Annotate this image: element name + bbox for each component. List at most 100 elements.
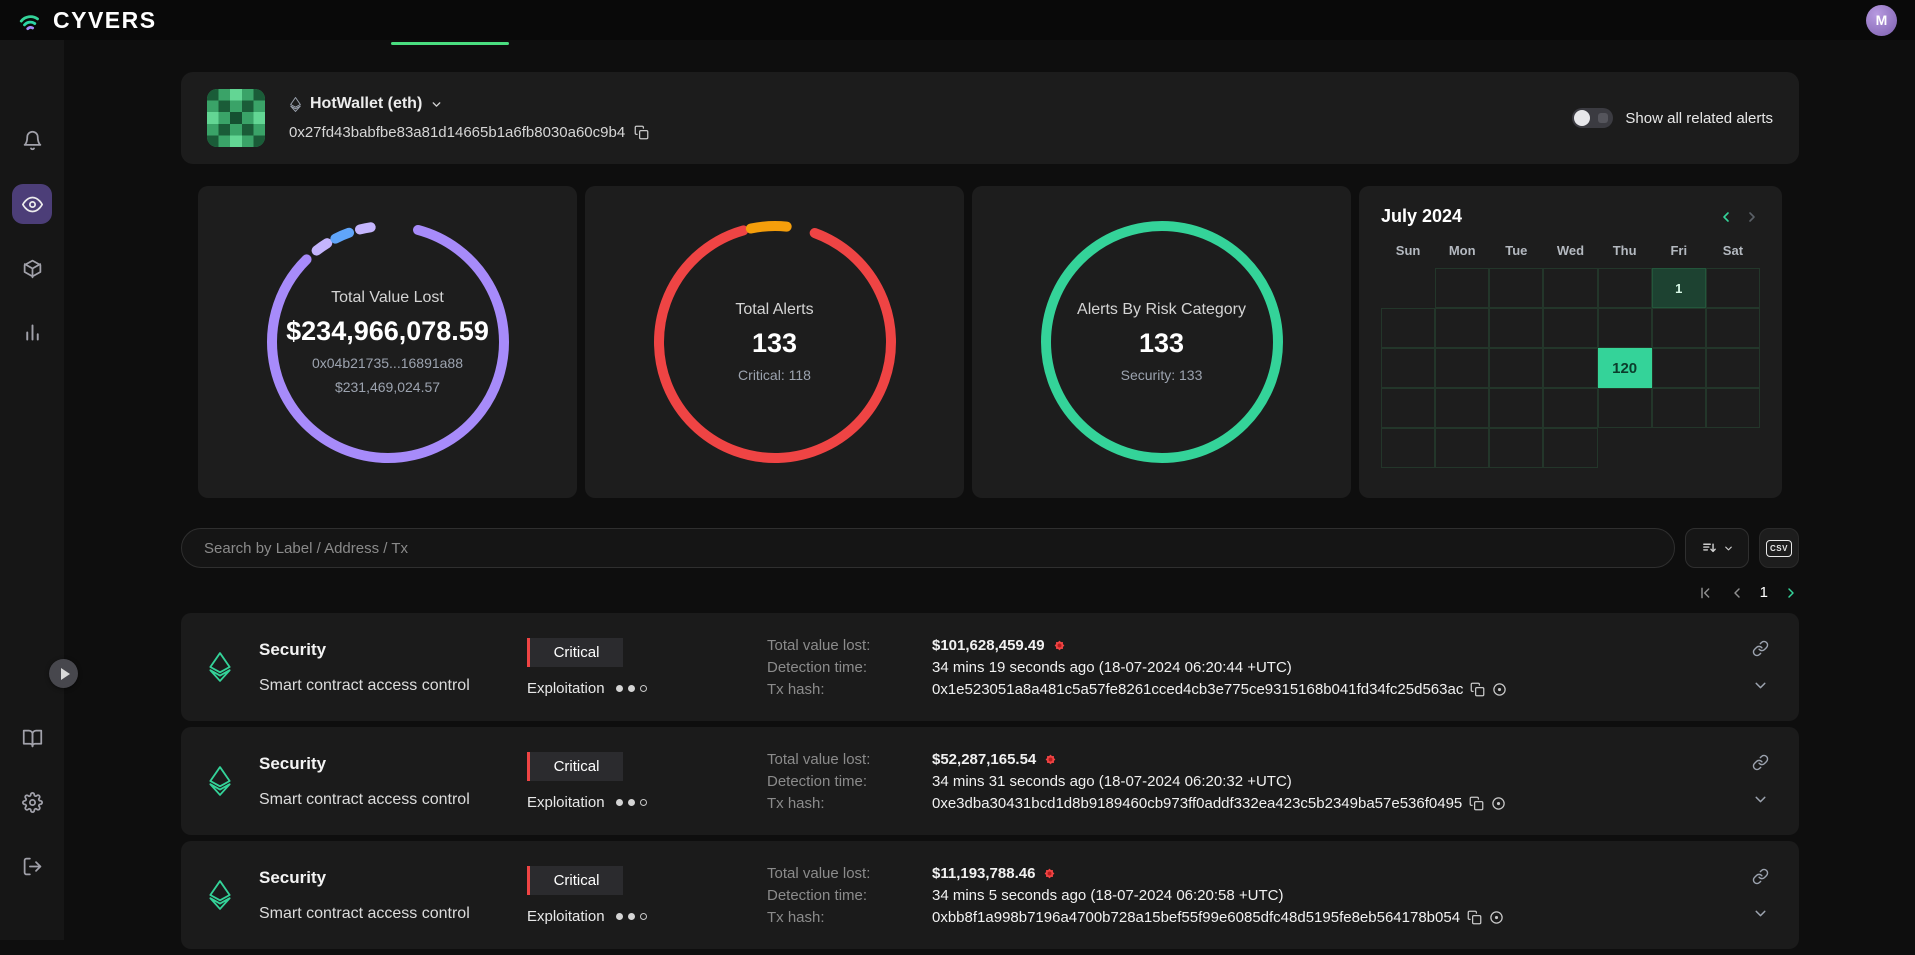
sort-button[interactable] (1685, 528, 1749, 568)
expand-chevron-icon[interactable] (1752, 905, 1769, 922)
severity-badge: Critical (527, 638, 623, 667)
chevron-down-icon[interactable] (430, 98, 443, 111)
explorer-icon[interactable] (1492, 682, 1507, 697)
alert-subcategory: Smart contract access control (259, 677, 527, 695)
tx-hash-label: Tx hash: (767, 795, 932, 812)
calendar-prev-icon[interactable] (1718, 209, 1734, 225)
value-lost: $101,628,459.49 (932, 637, 1045, 654)
active-tab-indicator (391, 42, 509, 45)
detection-time: 34 mins 5 seconds ago (18-07-2024 06:20:… (932, 887, 1283, 904)
play-icon (61, 668, 70, 680)
calendar-cell (1435, 348, 1489, 388)
export-csv-button[interactable]: CSV (1759, 528, 1799, 568)
critical-alert-icon (1042, 866, 1057, 881)
alert-phase: Exploitation (527, 794, 605, 811)
sidebar-item-monitoring[interactable] (12, 184, 52, 224)
alert-row[interactable]: Security Smart contract access control C… (181, 613, 1799, 721)
weekday-label: Mon (1435, 243, 1489, 258)
value-lost: $52,287,165.54 (932, 751, 1036, 768)
tx-hash: 0xe3dba30431bcd1d8b9189460cb973ff0addf33… (932, 795, 1462, 812)
package-icon (22, 258, 43, 279)
eth-icon (207, 766, 233, 796)
stat-title: Total Alerts (735, 301, 813, 319)
value-lost: $11,193,788.46 (932, 865, 1035, 882)
critical-alert-icon (1043, 752, 1058, 767)
calendar-weekday-header: Sun Mon Tue Wed Thu Fri Sat (1381, 243, 1760, 258)
calendar-cell (1706, 428, 1760, 468)
wallet-name-row[interactable]: HotWallet (eth) (289, 95, 649, 113)
copy-icon[interactable] (1467, 910, 1482, 925)
sidebar-item-packages[interactable] (12, 248, 52, 288)
stat-sub-amount: $231,469,024.57 (335, 379, 440, 395)
next-page-icon[interactable] (1783, 585, 1799, 601)
book-icon (22, 728, 43, 749)
stat-sub: Critical: 118 (738, 367, 811, 383)
calendar-cell (1435, 428, 1489, 468)
calendar-cell (1652, 308, 1706, 348)
toggle-label: Show all related alerts (1625, 110, 1773, 127)
calendar-event-cell[interactable]: 1 (1652, 268, 1706, 308)
weekday-label: Thu (1598, 243, 1652, 258)
first-page-icon[interactable] (1698, 585, 1714, 601)
expand-chevron-icon[interactable] (1752, 677, 1769, 694)
calendar-cell (1489, 348, 1543, 388)
copy-icon[interactable] (1469, 796, 1484, 811)
sidebar-item-settings[interactable] (12, 782, 52, 822)
link-icon[interactable] (1752, 868, 1769, 885)
calendar-cell (1652, 388, 1706, 428)
calendar-cell (1489, 428, 1543, 468)
alert-phase: Exploitation (527, 680, 605, 697)
sidebar-item-logout[interactable] (12, 846, 52, 886)
detection-time-label: Detection time: (767, 887, 932, 904)
current-page[interactable]: 1 (1760, 584, 1768, 601)
copy-icon[interactable] (1470, 682, 1485, 697)
calendar-cell (1598, 268, 1652, 308)
value-lost-label: Total value lost: (767, 637, 932, 654)
alert-row[interactable]: Security Smart contract access control C… (181, 841, 1799, 949)
stat-sub-address: 0x04b21735...16891a88 (312, 355, 463, 371)
calendar-cell (1598, 428, 1652, 468)
alert-subcategory: Smart contract access control (259, 905, 527, 923)
calendar-cell (1598, 388, 1652, 428)
user-avatar[interactable]: M (1866, 5, 1897, 36)
toggle-knob (1574, 110, 1590, 126)
stat-value: $234,966,078.59 (286, 316, 489, 347)
help-play-button[interactable] (49, 659, 78, 688)
prev-page-icon[interactable] (1729, 585, 1745, 601)
search-input[interactable] (181, 528, 1675, 568)
link-icon[interactable] (1752, 640, 1769, 657)
expand-chevron-icon[interactable] (1752, 791, 1769, 808)
calendar-cell (1543, 428, 1597, 468)
value-lost-label: Total value lost: (767, 865, 932, 882)
wallet-card: HotWallet (eth) 0x27fd43babfbe83a81d1466… (181, 72, 1799, 164)
copy-icon[interactable] (634, 125, 649, 140)
value-lost-label: Total value lost: (767, 751, 932, 768)
calendar-cell (1652, 428, 1706, 468)
explorer-icon[interactable] (1491, 796, 1506, 811)
sidebar-item-docs[interactable] (12, 718, 52, 758)
detection-time-label: Detection time: (767, 659, 932, 676)
alert-subcategory: Smart contract access control (259, 791, 527, 809)
stat-card-total-alerts: Total Alerts 133 Critical: 118 (585, 186, 964, 498)
show-related-alerts-toggle[interactable] (1572, 108, 1613, 128)
bar-chart-icon (22, 322, 43, 343)
eth-icon (289, 97, 302, 112)
calendar-next-icon[interactable] (1744, 209, 1760, 225)
calendar-cell (1435, 308, 1489, 348)
sidebar-item-analytics[interactable] (12, 312, 52, 352)
severity-badge: Critical (527, 866, 623, 895)
calendar-event-cell[interactable]: 120 (1598, 348, 1652, 388)
calendar-cell (1543, 308, 1597, 348)
gear-icon (22, 792, 43, 813)
alert-row[interactable]: Security Smart contract access control C… (181, 727, 1799, 835)
calendar-grid: 1 120 (1381, 268, 1760, 468)
wallet-address: 0x27fd43babfbe83a81d14665b1a6fb8030a60c9… (289, 124, 625, 141)
explorer-icon[interactable] (1489, 910, 1504, 925)
calendar-cell (1381, 388, 1435, 428)
tab-strip (181, 40, 1799, 50)
link-icon[interactable] (1752, 754, 1769, 771)
alerts-list: Security Smart contract access control C… (181, 613, 1799, 949)
calendar-cell (1489, 308, 1543, 348)
sidebar-item-notifications[interactable] (12, 120, 52, 160)
stats-row: Total Value Lost $234,966,078.59 0x04b21… (181, 186, 1799, 498)
